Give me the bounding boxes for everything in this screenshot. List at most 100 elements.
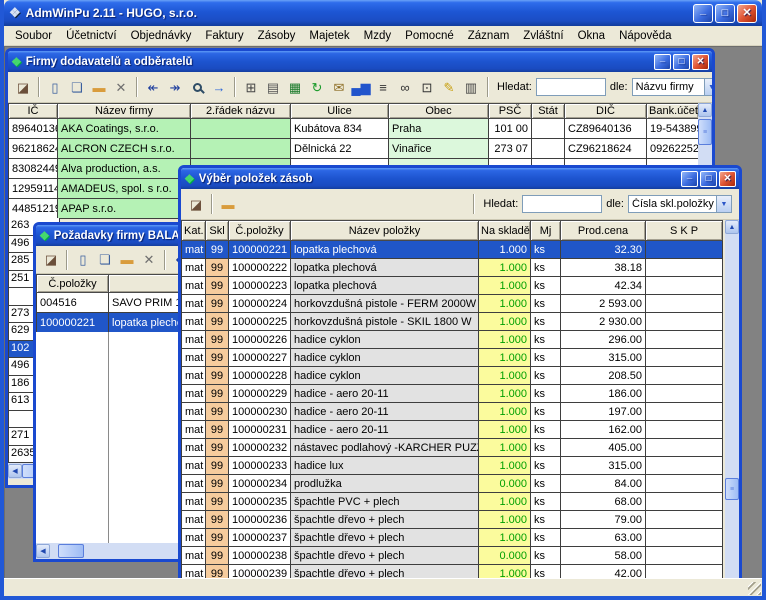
table-row[interactable]: mat99100000223lopatka plechová1.000ks42.… <box>182 277 723 295</box>
search-by-dropdown[interactable]: Názvu firmy ▼ <box>632 78 712 96</box>
delete-record-icon[interactable]: ✕ <box>138 249 160 271</box>
column-header[interactable]: S K P <box>646 221 723 241</box>
maximize-button[interactable]: □ <box>673 54 690 70</box>
new-record-icon[interactable]: ▯ <box>72 249 94 271</box>
column-header[interactable]: Prod.cena <box>561 221 646 241</box>
report-icon[interactable]: ▥ <box>460 76 482 98</box>
close-button[interactable]: ✕ <box>737 4 757 23</box>
table-row[interactable]: mat99100000233hadice lux1.000ks315.00 <box>182 457 723 475</box>
menu-item[interactable]: Nápověda <box>612 28 678 44</box>
column-header[interactable]: Název položky <box>291 221 479 241</box>
table-row[interactable]: mat99100000239špachtle dřevo + plech1.00… <box>182 565 723 579</box>
menu-item[interactable]: Pomocné <box>398 28 461 44</box>
last-record-icon[interactable]: ↠ <box>164 76 186 98</box>
search-icon[interactable] <box>186 76 208 98</box>
close-button[interactable]: ✕ <box>692 54 709 70</box>
menu-item[interactable]: Účetnictví <box>59 28 124 44</box>
menu-item[interactable]: Záznam <box>461 28 517 44</box>
copy-record-icon[interactable]: ❏ <box>66 76 88 98</box>
menu-item[interactable]: Okna <box>571 28 613 44</box>
column-header[interactable]: Skl <box>206 221 229 241</box>
table-row[interactable]: mat99100000227hadice cyklon1.000ks315.00 <box>182 349 723 367</box>
copy-record-icon[interactable]: ❏ <box>94 249 116 271</box>
open-record-icon[interactable]: ▬ <box>88 76 110 98</box>
table-row[interactable]: mat99100000232nástavec podlahový -KARCHE… <box>182 439 723 457</box>
table-row[interactable]: mat99100000237špachtle dřevo + plech1.00… <box>182 529 723 547</box>
menu-item[interactable]: Zvláštní <box>516 28 570 44</box>
table-row[interactable]: mat99100000221lopatka plechová1.000ks32.… <box>182 241 723 259</box>
take-item-icon[interactable]: ◪ <box>40 249 62 271</box>
search-input[interactable] <box>522 195 602 213</box>
chart-icon[interactable]: ▄▆ <box>350 76 372 98</box>
search-by-dropdown[interactable]: Čísla skl.položky ▼ <box>628 195 732 213</box>
chevron-down-icon[interactable]: ▼ <box>716 196 731 212</box>
relations-icon[interactable]: ⊡ <box>416 76 438 98</box>
column-header[interactable]: Kat. <box>182 221 206 241</box>
table-row[interactable]: mat99100000224horkovzdušná pistole - FER… <box>182 295 723 313</box>
take-item-icon[interactable]: ◪ <box>185 193 207 215</box>
table-row[interactable]: mat99100000235špachtle PVC + plech1.000k… <box>182 493 723 511</box>
maximize-button[interactable]: □ <box>715 4 735 23</box>
lookup-icon[interactable]: ∞ <box>394 76 416 98</box>
table-row[interactable]: mat99100000222lopatka plechová1.000ks38.… <box>182 259 723 277</box>
first-record-icon[interactable]: ↞ <box>142 76 164 98</box>
export-table-icon[interactable]: ▦ <box>284 76 306 98</box>
scroll-up-icon[interactable]: ▲ <box>698 103 712 117</box>
minimize-button[interactable]: _ <box>681 171 698 187</box>
list-icon[interactable]: ≡ <box>372 76 394 98</box>
table-row[interactable]: mat99100000226hadice cyklon1.000ks296.00 <box>182 331 723 349</box>
table-row[interactable]: 89640136AKA Coatings, s.r.o.Kubátova 834… <box>9 119 699 139</box>
delete-record-icon[interactable]: ✕ <box>110 76 132 98</box>
column-header[interactable]: DIČ <box>565 104 647 119</box>
menu-item[interactable]: Objednávky <box>124 28 199 44</box>
table-row[interactable]: mat99100000230hadice - aero 20-111.000ks… <box>182 403 723 421</box>
email-icon[interactable]: ✉ <box>328 76 350 98</box>
refresh-icon[interactable]: ↻ <box>306 76 328 98</box>
select-columns-icon[interactable]: ⊞ <box>240 76 262 98</box>
column-header[interactable]: Název firmy <box>58 104 191 119</box>
minimize-button[interactable]: _ <box>654 54 671 70</box>
open-record-icon[interactable]: ▬ <box>116 249 138 271</box>
column-header[interactable]: 2.řádek názvu <box>191 104 291 119</box>
scrollbar-thumb[interactable]: ≡ <box>698 119 712 145</box>
table-row[interactable]: 96218624ALCRON CZECH s.r.o.Dělnická 22Vi… <box>9 139 699 159</box>
column-header[interactable]: Bank.účet <box>647 104 699 119</box>
table-row[interactable]: mat99100000225horkovzdušná pistole - SKI… <box>182 313 723 331</box>
vertical-scrollbar[interactable]: ▲ ≡ <box>725 220 739 578</box>
menu-item[interactable]: Faktury <box>198 28 250 44</box>
menu-item[interactable]: Majetek <box>302 28 356 44</box>
scroll-up-icon[interactable]: ▲ <box>725 220 739 234</box>
scrollbar-thumb[interactable] <box>58 544 84 558</box>
column-header[interactable]: Č.položky <box>37 275 109 293</box>
main-titlebar[interactable]: ❖ AdmWinPu 2.11 - HUGO, s.r.o. _ □ ✕ <box>4 0 762 26</box>
scroll-left-icon[interactable]: ◀ <box>8 464 22 478</box>
table-row[interactable]: mat99100000229hadice - aero 20-111.000ks… <box>182 385 723 403</box>
table-row[interactable]: mat99100000228hadice cyklon1.000ks208.50 <box>182 367 723 385</box>
column-header[interactable]: PSČ <box>489 104 532 119</box>
menu-item[interactable]: Mzdy <box>357 28 398 44</box>
table-row[interactable]: mat99100000234prodlužka0.000ks84.00 <box>182 475 723 493</box>
close-button[interactable]: ✕ <box>719 171 736 187</box>
column-header[interactable]: Obec <box>389 104 489 119</box>
column-header[interactable]: Ulice <box>291 104 389 119</box>
column-header[interactable]: Mj <box>531 221 561 241</box>
search-input[interactable] <box>536 78 606 96</box>
minimize-button[interactable]: _ <box>693 4 713 23</box>
column-header[interactable]: Na skladě <box>479 221 531 241</box>
resize-grip[interactable] <box>748 582 761 595</box>
column-header[interactable]: IČ <box>9 104 58 119</box>
firms-titlebar[interactable]: ❖ Firmy dodavatelů a odběratelů _ □ ✕ <box>8 51 712 72</box>
goto-icon[interactable]: → <box>208 76 230 98</box>
edit-pen-icon[interactable]: ✎ <box>438 76 460 98</box>
scrollbar-thumb[interactable]: ≡ <box>725 478 739 500</box>
table-row[interactable]: mat99100000231hadice - aero 20-111.000ks… <box>182 421 723 439</box>
open-record-icon[interactable]: ▬ <box>217 193 239 215</box>
maximize-button[interactable]: □ <box>700 171 717 187</box>
print-icon[interactable]: ▤ <box>262 76 284 98</box>
column-header[interactable]: Stát <box>532 104 565 119</box>
items-titlebar[interactable]: ❖ Výběr položek zásob _ □ ✕ <box>181 168 739 189</box>
menu-item[interactable]: Soubor <box>8 28 59 44</box>
table-row[interactable]: mat99100000238špachtle dřevo + plech0.00… <box>182 547 723 565</box>
menu-item[interactable]: Zásoby <box>251 28 303 44</box>
new-record-icon[interactable]: ▯ <box>44 76 66 98</box>
